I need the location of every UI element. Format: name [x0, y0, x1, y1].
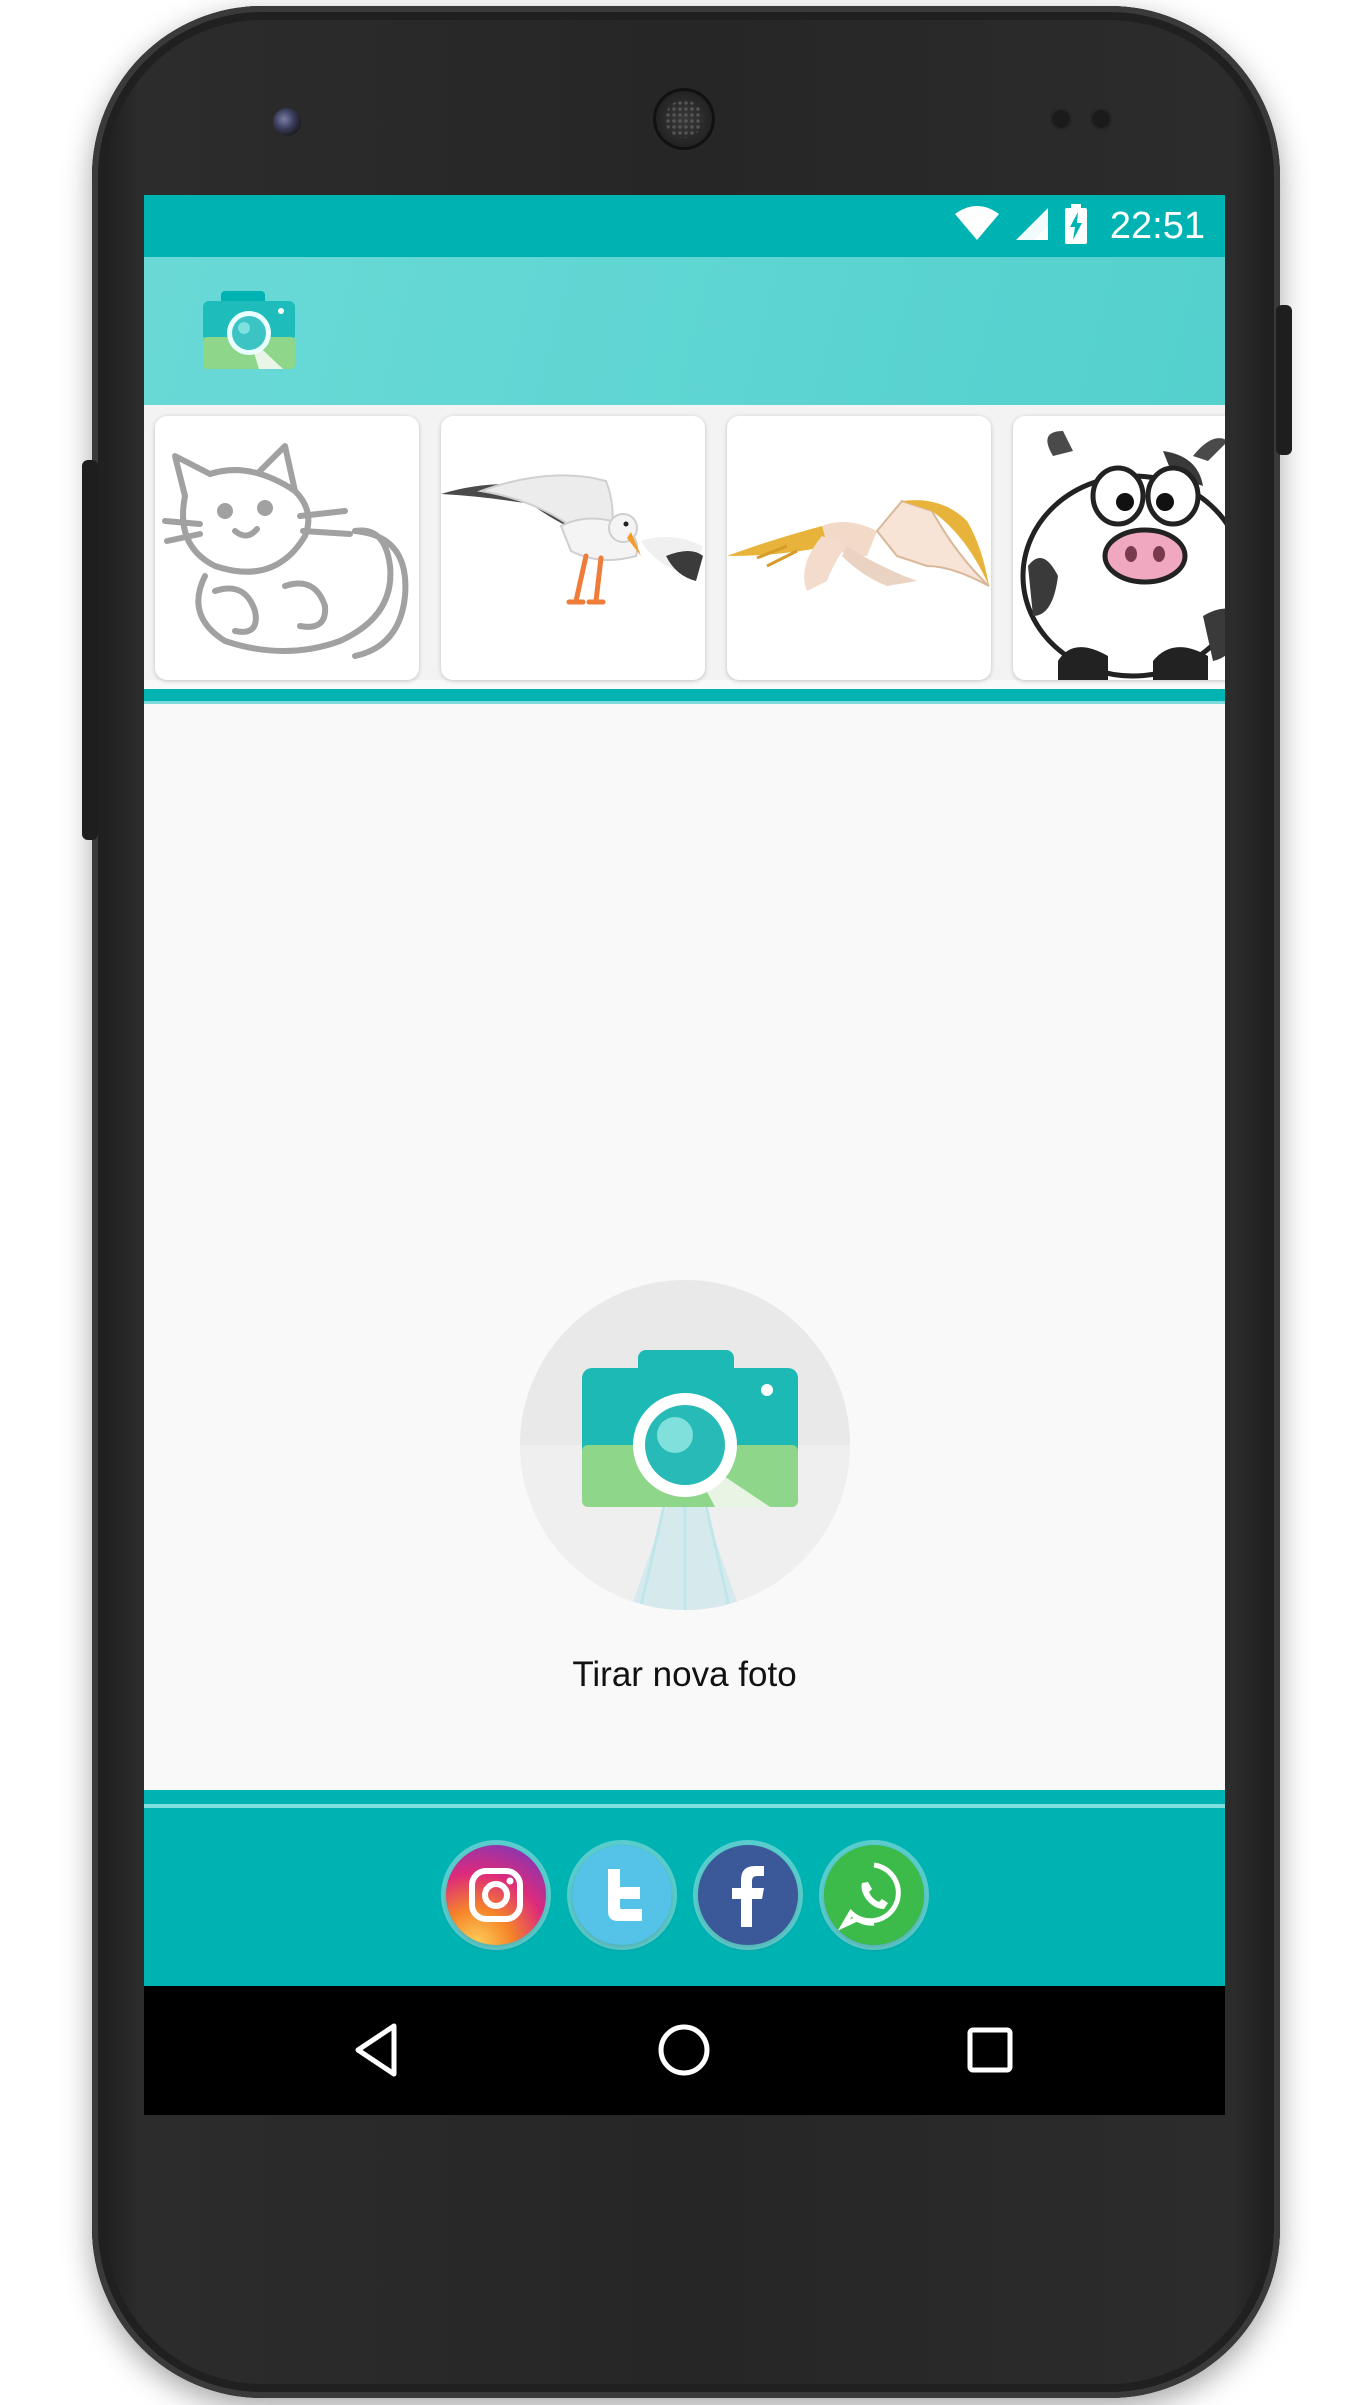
status-bar: 22:51 [144, 195, 1225, 257]
status-time: 22:51 [1109, 204, 1205, 247]
thumbnail-pterodactyl[interactable] [727, 416, 991, 680]
twitter-button[interactable] [571, 1845, 672, 1945]
recents-square-icon [967, 2027, 1013, 2073]
status-icons: 22:51 [954, 203, 1205, 249]
social-bar [144, 1790, 1225, 1986]
social-row [144, 1845, 1225, 1945]
earpiece-speaker [653, 88, 715, 150]
power-button [1276, 305, 1292, 455]
whatsapp-icon [823, 1845, 924, 1945]
volume-button [82, 460, 98, 840]
camera-search-logo-icon [199, 287, 299, 372]
thumbnail-cow[interactable] [1013, 416, 1225, 680]
pterodactyl-image [727, 499, 990, 591]
proximity-sensor [1050, 108, 1072, 130]
cow-cartoon-image [1020, 431, 1225, 680]
camera-icon [520, 1280, 850, 1610]
top-divider [144, 689, 1225, 704]
system-nav-bar [144, 1986, 1225, 2115]
facebook-button[interactable] [697, 1845, 798, 1945]
back-button[interactable] [346, 2018, 410, 2082]
signal-icon [1014, 206, 1050, 247]
home-circle-icon [658, 2024, 710, 2076]
whatsapp-button[interactable] [823, 1845, 924, 1945]
instagram-icon [445, 1845, 546, 1945]
screen: 22:51 Tirar nova foto [144, 195, 1225, 2115]
take-photo-label: Tirar nova foto [572, 1655, 797, 1694]
front-camera [273, 108, 301, 136]
wifi-icon [954, 205, 1000, 247]
seagull-image [441, 474, 703, 605]
battery-charging-icon [1064, 203, 1088, 249]
thumbnail-strip[interactable] [144, 405, 1225, 680]
app-bar [144, 257, 1225, 405]
light-sensor [1090, 108, 1112, 130]
facebook-icon [697, 1845, 798, 1945]
instagram-button[interactable] [445, 1845, 546, 1945]
recents-button[interactable] [958, 2018, 1022, 2082]
home-button[interactable] [652, 2018, 716, 2082]
thumbnail-seagull[interactable] [441, 416, 705, 680]
back-triangle-icon [355, 2023, 397, 2077]
twitter-icon [571, 1845, 672, 1945]
main-content [144, 704, 1225, 1790]
thumbnail-cat[interactable] [155, 416, 419, 680]
take-photo-button[interactable] [520, 1280, 850, 1610]
cat-sketch-image [162, 443, 409, 659]
